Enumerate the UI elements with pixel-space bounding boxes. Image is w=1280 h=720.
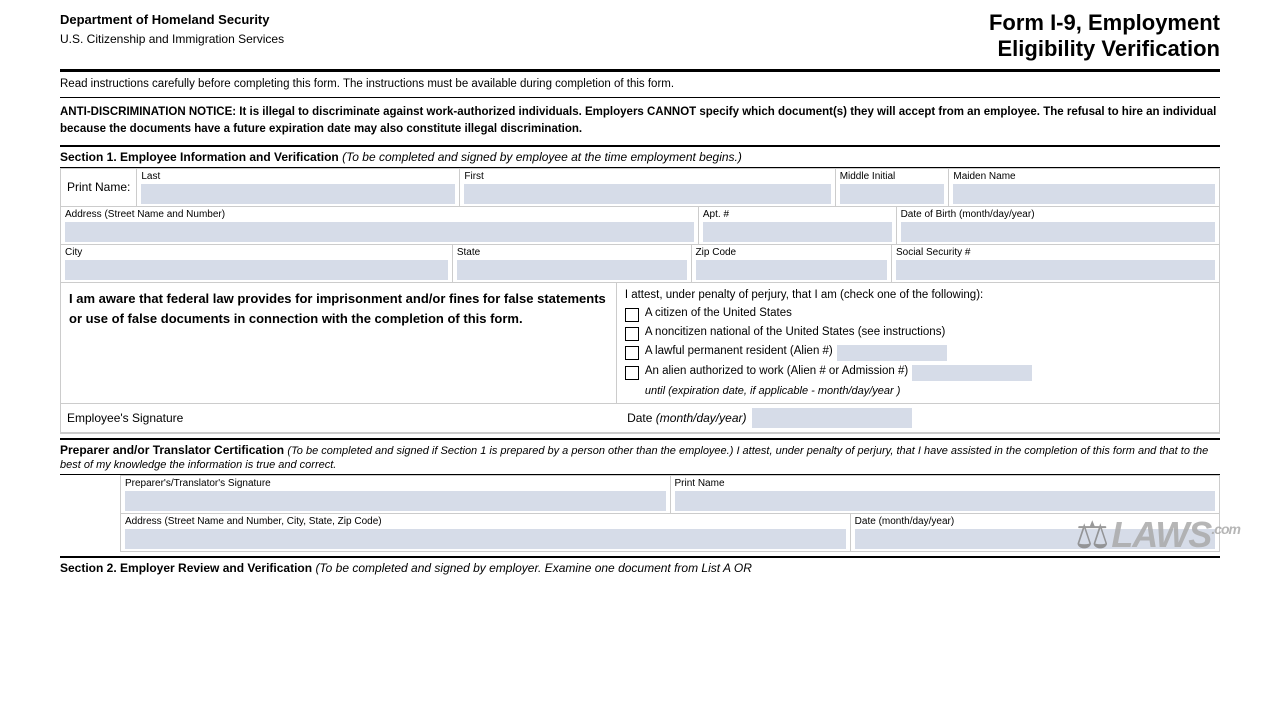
first-name-field: First — [460, 169, 835, 206]
watermark-icon: ⚖ — [1075, 513, 1109, 558]
checkbox-row-3: A lawful permanent resident (Alien #) — [625, 345, 1211, 361]
section2-header-italic: (To be completed and signed by employer.… — [315, 561, 751, 575]
read-instructions-notice: Read instructions carefully before compl… — [60, 76, 1220, 93]
form-title: Form I-9, Employment Eligibility Verific… — [989, 10, 1220, 63]
dept-line2: U.S. Citizenship and Immigration Service… — [60, 30, 284, 48]
preparer-sig-row: Preparer's/Translator's Signature Print … — [121, 476, 1219, 514]
preparer-print-name-field: Print Name — [671, 476, 1220, 513]
name-row: Print Name: Last First Middle Initial Ma… — [61, 169, 1219, 207]
header-divider — [60, 69, 1220, 72]
checkbox-alien-work-label: An alien authorized to work (Alien # or … — [645, 365, 908, 377]
anti-discrimination-notice: ANTI-DISCRIMINATION NOTICE: It is illega… — [60, 104, 1220, 139]
dob-field: Date of Birth (month/day/year) — [897, 207, 1219, 244]
apt-field: Apt. # — [699, 207, 897, 244]
alien-number-input[interactable] — [837, 345, 947, 361]
preparer-addr-field: Address (Street Name and Number, City, S… — [121, 514, 851, 551]
preparer-header: Preparer and/or Translator Certification… — [60, 438, 1220, 475]
preparer-form-grid: Preparer's/Translator's Signature Print … — [120, 475, 1220, 552]
watermark: ⚖ LAWS.com — [1075, 513, 1240, 558]
city-state-row: City State Zip Code Social Security # — [61, 245, 1219, 283]
ssn-label: Social Security # — [896, 247, 1215, 258]
checkbox-row-4: An alien authorized to work (Alien # or … — [625, 365, 1211, 381]
agency-info: Department of Homeland Security U.S. Cit… — [60, 10, 284, 48]
state-field: State — [453, 245, 692, 282]
city-input[interactable] — [65, 260, 448, 280]
checkbox-citizen[interactable] — [625, 308, 639, 322]
print-name-label: Print Name: — [61, 169, 137, 206]
preparer-print-name-input[interactable] — [675, 491, 1216, 511]
form-title-line2: Eligibility Verification — [989, 36, 1220, 62]
preparer-addr-label: Address (Street Name and Number, City, S… — [125, 516, 846, 527]
checkbox-lpr[interactable] — [625, 346, 639, 360]
checkbox-lpr-label: A lawful permanent resident (Alien #) — [645, 345, 833, 357]
last-name-input[interactable] — [141, 184, 455, 204]
address-input[interactable] — [65, 222, 694, 242]
header-row: Department of Homeland Security U.S. Cit… — [60, 10, 1220, 63]
preparer-addr-input[interactable] — [125, 529, 846, 549]
checkbox-noncitizen-label: A noncitizen national of the United Stat… — [645, 326, 945, 338]
signature-row: Employee's Signature Date (month/day/yea… — [61, 404, 1219, 433]
city-field: City — [61, 245, 453, 282]
checkbox-citizen-label: A citizen of the United States — [645, 307, 792, 319]
ssn-input[interactable] — [896, 260, 1215, 280]
city-label: City — [65, 247, 448, 258]
zip-input[interactable] — [696, 260, 887, 280]
checkbox-noncitizen[interactable] — [625, 327, 639, 341]
section1-header: Section 1. Employee Information and Veri… — [60, 145, 1220, 168]
watermark-com: .com — [1211, 521, 1240, 537]
last-label: Last — [141, 171, 455, 182]
address-field: Address (Street Name and Number) — [61, 207, 699, 244]
state-input[interactable] — [457, 260, 687, 280]
emp-sig-label: Employee's Signature — [67, 411, 617, 425]
preparer-sig-field: Preparer's/Translator's Signature — [121, 476, 671, 513]
checkbox-row-1: A citizen of the United States — [625, 307, 1211, 322]
attestation-left-text: I am aware that federal law provides for… — [61, 283, 617, 403]
section1-header-italic: (To be completed and signed by employee … — [342, 150, 742, 164]
maiden-name-input[interactable] — [953, 184, 1215, 204]
maiden-name-label: Maiden Name — [953, 171, 1215, 182]
notice-divider — [60, 97, 1220, 98]
middle-initial-label: Middle Initial — [840, 171, 945, 182]
first-name-input[interactable] — [464, 184, 830, 204]
middle-initial-input[interactable] — [840, 184, 945, 204]
alien-admission-input[interactable] — [912, 365, 1032, 381]
zip-label: Zip Code — [696, 247, 887, 258]
preparer-sig-label: Preparer's/Translator's Signature — [125, 478, 666, 489]
address-row: Address (Street Name and Number) Apt. # … — [61, 207, 1219, 245]
preparer-header-bold: Preparer and/or Translator Certification — [60, 443, 284, 457]
apt-input[interactable] — [703, 222, 892, 242]
address-label: Address (Street Name and Number) — [65, 209, 694, 220]
attestation-section: I am aware that federal law provides for… — [61, 283, 1219, 404]
apt-label: Apt. # — [703, 209, 892, 220]
state-label: State — [457, 247, 687, 258]
first-label: First — [464, 171, 830, 182]
zip-field: Zip Code — [692, 245, 892, 282]
maiden-name-field: Maiden Name — [949, 169, 1219, 206]
checkbox-alien-work[interactable] — [625, 366, 639, 380]
until-row: until (expiration date, if applicable - … — [645, 385, 1211, 397]
section1-header-bold: Section 1. Employee Information and Veri… — [60, 150, 339, 164]
date-section: Date (month/day/year) — [617, 408, 912, 428]
attest-title: I attest, under penalty of perjury, that… — [625, 289, 1211, 301]
checkbox-row-2: A noncitizen national of the United Stat… — [625, 326, 1211, 341]
attestation-right: I attest, under penalty of perjury, that… — [617, 283, 1219, 403]
employee-form-grid: Print Name: Last First Middle Initial Ma… — [60, 168, 1220, 434]
dob-input[interactable] — [901, 222, 1215, 242]
watermark-text: LAWS.com — [1111, 514, 1240, 556]
preparer-print-name-label: Print Name — [675, 478, 1216, 489]
middle-initial-field: Middle Initial — [836, 169, 950, 206]
last-name-field: Last — [137, 169, 460, 206]
preparer-addr-row: Address (Street Name and Number, City, S… — [121, 514, 1219, 551]
form-title-line1: Form I-9, Employment — [989, 10, 1220, 36]
dept-line1: Department of Homeland Security — [60, 10, 284, 30]
dob-label: Date of Birth (month/day/year) — [901, 209, 1215, 220]
date-label: Date (month/day/year) — [627, 411, 746, 425]
section2-header: Section 2. Employer Review and Verificat… — [60, 556, 1220, 578]
preparer-sig-input[interactable] — [125, 491, 666, 511]
ssn-field: Social Security # — [892, 245, 1219, 282]
section2-header-bold: Section 2. Employer Review and Verificat… — [60, 561, 312, 575]
date-input[interactable] — [752, 408, 912, 428]
